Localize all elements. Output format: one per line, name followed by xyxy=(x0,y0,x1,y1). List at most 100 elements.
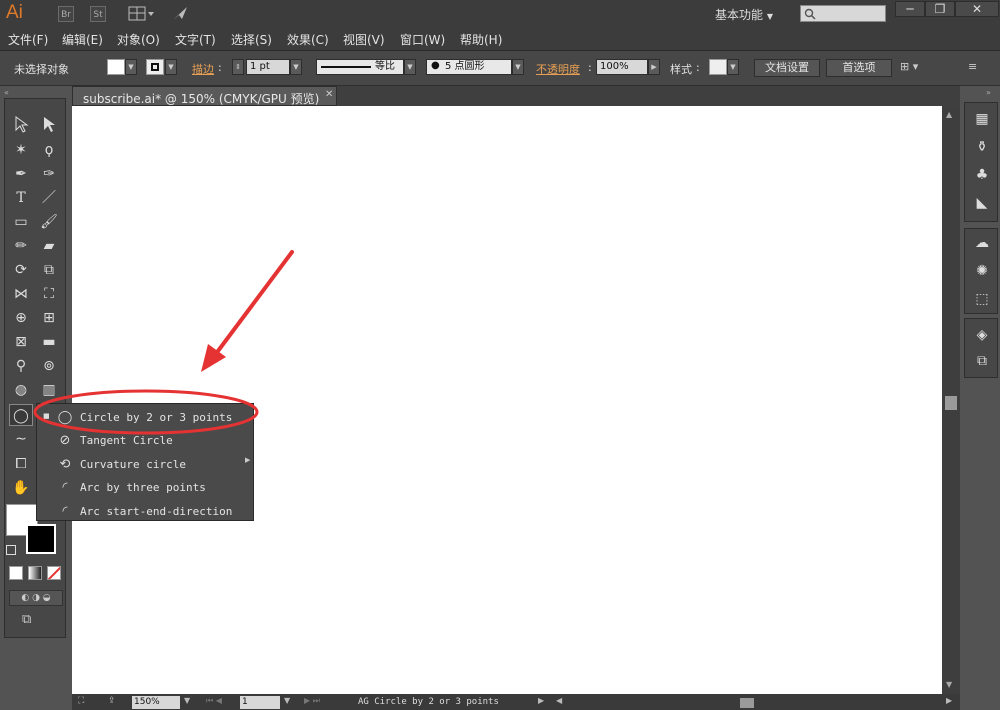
artboard-canvas[interactable] xyxy=(72,106,942,694)
collapse-left-icon[interactable]: « xyxy=(4,88,9,97)
pencil-tool-icon[interactable]: ✏ xyxy=(9,235,33,257)
stock-button[interactable]: St xyxy=(90,6,106,22)
style-dropdown[interactable]: ▼ xyxy=(727,59,739,75)
paintbrush-tool-icon[interactable]: 🖌 xyxy=(37,211,61,233)
eyedropper-tool-icon[interactable]: ⚲ xyxy=(9,355,33,377)
pen-tool-icon[interactable]: ✒ xyxy=(9,163,33,185)
artboard-number-field[interactable]: 1 xyxy=(240,696,280,709)
direct-selection-tool-icon[interactable] xyxy=(37,115,61,137)
screen-mode-icon[interactable]: ⧉ xyxy=(22,612,46,630)
scroll-down-icon[interactable]: ▼ xyxy=(946,680,952,689)
scroll-left-icon[interactable]: ◀ xyxy=(556,696,562,705)
artboards-panel-icon[interactable]: ⧉ xyxy=(972,351,992,371)
menu-edit[interactable]: 编辑(E) xyxy=(62,31,103,48)
stroke-profile-select[interactable]: 等比 xyxy=(316,59,404,75)
search-input[interactable] xyxy=(800,5,886,22)
width-tool-icon[interactable]: ⋈ xyxy=(9,283,33,305)
graphic-styles-panel-icon[interactable]: ◣ xyxy=(972,193,992,213)
hand-tool-icon[interactable]: ✋ xyxy=(9,477,33,499)
menu-file[interactable]: 文件(F) xyxy=(8,31,48,48)
artboard-dropdown-icon[interactable]: ▼ xyxy=(284,696,290,705)
brush-select[interactable]: ● 5 点圆形 xyxy=(426,59,512,75)
arrange-documents-icon[interactable] xyxy=(128,6,156,22)
stroke-color-box[interactable] xyxy=(26,524,56,554)
flyout-item-curvature-circle[interactable]: ⟲ Curvature circle xyxy=(37,453,247,476)
gradient-mode-icon[interactable] xyxy=(28,566,42,580)
document-setup-button[interactable]: 文档设置 xyxy=(754,59,820,77)
libraries-panel-icon[interactable]: ☁ xyxy=(972,233,992,253)
lasso-tool-icon[interactable]: ϙ xyxy=(37,139,61,161)
layers-panel-icon[interactable]: ◈ xyxy=(972,325,992,345)
vertical-scroll-thumb[interactable] xyxy=(945,396,957,410)
magic-wand-tool-icon[interactable]: ✶ xyxy=(9,139,33,161)
bridge-button[interactable]: Br xyxy=(58,6,74,22)
rectangle-tool-icon[interactable]: ▭ xyxy=(9,211,33,233)
minimize-button[interactable]: ─ xyxy=(895,1,925,17)
gradient-tool-icon[interactable]: ▬ xyxy=(37,331,61,353)
swatches-panel-icon[interactable]: ▦ xyxy=(972,109,992,129)
drawing-modes-icon[interactable]: ◐ ◑ ◒ xyxy=(9,590,63,606)
stroke-dropdown[interactable]: ▼ xyxy=(165,59,177,75)
brushes-panel-icon[interactable]: ⚱ xyxy=(972,137,992,157)
menu-effect[interactable]: 效果(C) xyxy=(287,31,329,48)
stroke-swatch[interactable] xyxy=(146,59,164,75)
color-mode-icon[interactable] xyxy=(9,566,23,580)
stroke-weight-field[interactable]: 1 pt xyxy=(246,59,290,75)
artboard-tool-icon[interactable]: ⧠ xyxy=(9,453,33,475)
rotate-tool-icon[interactable]: ⟳ xyxy=(9,259,33,281)
collapse-right-icon[interactable]: » xyxy=(986,88,991,97)
close-window-button[interactable]: ✕ xyxy=(955,1,999,17)
flyout-item-circle-2-3-points[interactable]: ■ ◯ Circle by 2 or 3 points xyxy=(37,406,247,429)
smooth-curve-tool-icon[interactable]: ∼ xyxy=(9,428,33,450)
close-tab-icon[interactable]: ✕ xyxy=(325,89,333,100)
eraser-tool-icon[interactable]: ▰ xyxy=(37,235,61,257)
export-panel-icon[interactable]: ⬚ xyxy=(972,289,992,309)
status-menu-icon[interactable]: ▶ xyxy=(538,696,544,705)
scroll-right-icon[interactable]: ▶ xyxy=(946,696,952,705)
flyout-item-arc-three-points[interactable]: ◜ Arc by three points xyxy=(37,476,247,499)
next-artboard-icon[interactable]: ▶ ⏭ xyxy=(304,696,320,706)
panel-menu-icon[interactable]: ≡ xyxy=(968,60,990,76)
style-swatch[interactable] xyxy=(709,59,727,75)
opacity-field[interactable]: 100% xyxy=(596,59,648,75)
menu-view[interactable]: 视图(V) xyxy=(343,31,385,48)
menu-help[interactable]: 帮助(H) xyxy=(460,31,502,48)
blend-tool-icon[interactable]: ⊚ xyxy=(37,355,61,377)
scroll-up-icon[interactable]: ▲ xyxy=(946,110,952,119)
free-transform-tool-icon[interactable]: ⛶ xyxy=(37,283,61,305)
workspace-switcher[interactable]: 基本功能 ▼ xyxy=(715,6,773,23)
symbols-panel-icon[interactable]: ♣ xyxy=(972,165,992,185)
none-mode-icon[interactable] xyxy=(47,566,61,580)
symbol-sprayer-tool-icon[interactable]: ◍ xyxy=(9,379,33,401)
perspective-grid-tool-icon[interactable]: ⊞ xyxy=(37,307,61,329)
type-tool-icon[interactable]: T xyxy=(9,187,33,209)
stroke-profile-dropdown[interactable]: ▼ xyxy=(404,59,416,75)
zoom-dropdown-icon[interactable]: ▼ xyxy=(184,696,190,705)
fill-dropdown[interactable]: ▼ xyxy=(125,59,137,75)
menu-select[interactable]: 选择(S) xyxy=(231,31,272,48)
brush-dropdown[interactable]: ▼ xyxy=(512,59,524,75)
opacity-label[interactable]: 不透明度 xyxy=(536,61,580,77)
maximize-button[interactable]: ❐ xyxy=(925,1,955,17)
line-segment-tool-icon[interactable]: ／ xyxy=(37,187,61,209)
selection-tool-icon[interactable] xyxy=(9,115,33,137)
stroke-weight-stepper[interactable]: ⇕ xyxy=(232,59,244,75)
horizontal-scroll-thumb[interactable] xyxy=(740,698,754,708)
column-graph-tool-icon[interactable]: ▥ xyxy=(37,379,61,401)
opacity-dropdown[interactable]: ▶ xyxy=(648,59,660,75)
flyout-item-tangent-circle[interactable]: ⊘ Tangent Circle xyxy=(37,429,247,452)
share-icon[interactable]: ⇪ xyxy=(108,696,116,706)
menu-window[interactable]: 窗口(W) xyxy=(400,31,445,48)
scale-tool-icon[interactable]: ⧉ xyxy=(37,259,61,281)
preferences-button[interactable]: 首选项 xyxy=(826,59,892,77)
circle-tool-icon[interactable]: ◯ xyxy=(9,404,33,426)
mesh-tool-icon[interactable]: ⊠ xyxy=(9,331,33,353)
quick-actions-icon[interactable]: ⊞ ▾ xyxy=(900,60,932,76)
default-colors-icon[interactable] xyxy=(6,545,16,555)
zoom-field[interactable]: 150% xyxy=(132,696,180,709)
stroke-label[interactable]: 描边 xyxy=(192,61,214,77)
stroke-weight-dropdown[interactable]: ▼ xyxy=(290,59,302,75)
shape-builder-tool-icon[interactable]: ⊕ xyxy=(9,307,33,329)
document-tab[interactable]: subscribe.ai* @ 150% (CMYK/GPU 预览) ✕ xyxy=(72,86,337,106)
appearance-panel-icon[interactable]: ✺ xyxy=(972,261,992,281)
